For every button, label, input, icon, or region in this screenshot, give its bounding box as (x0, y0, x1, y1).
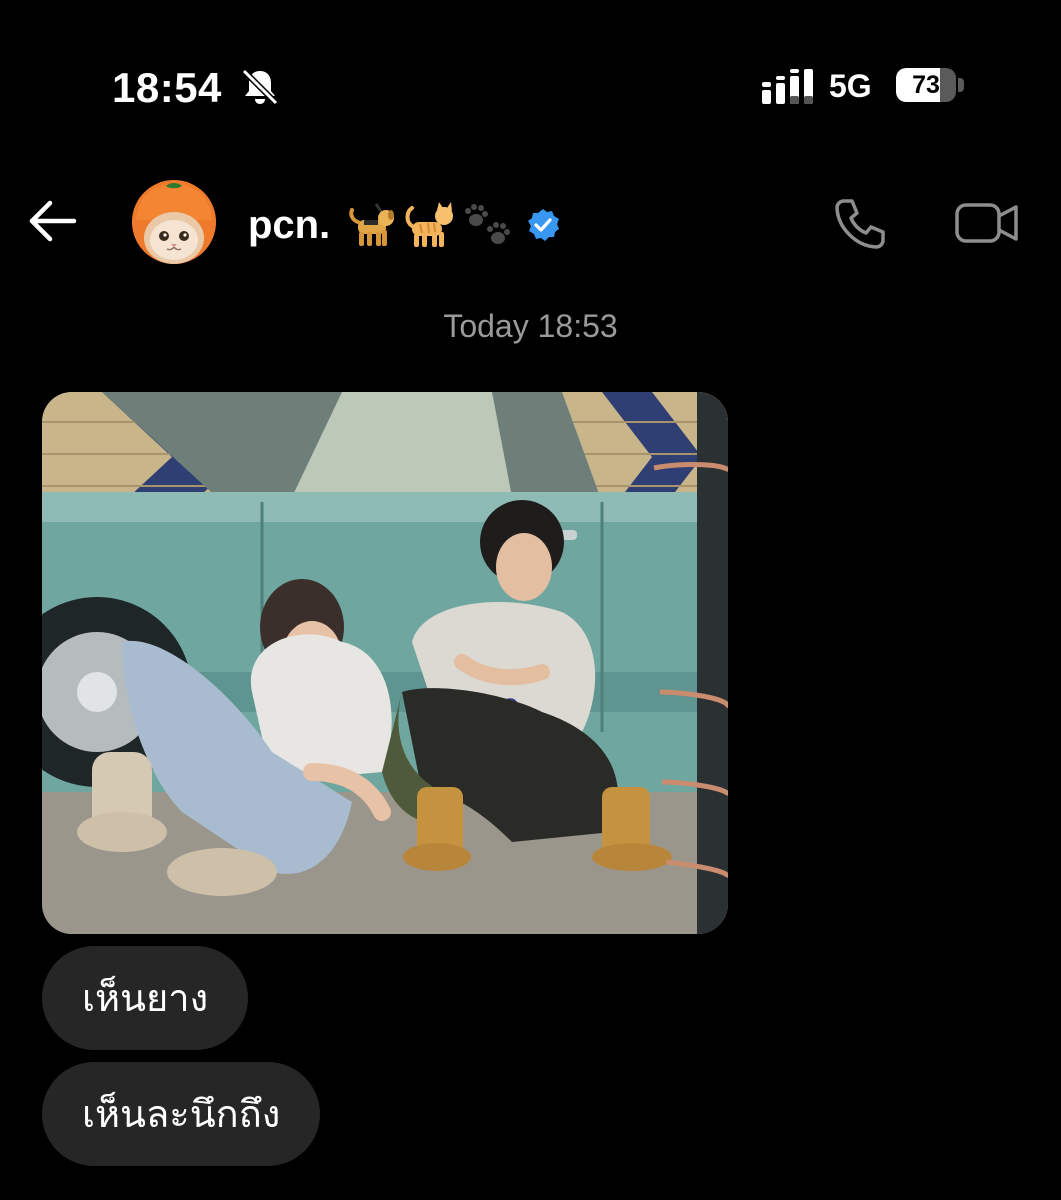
contact-name-row[interactable]: pcn. (248, 198, 560, 252)
avatar[interactable] (132, 180, 216, 264)
phone-icon[interactable] (832, 196, 888, 250)
bell-off-icon (241, 68, 279, 106)
battery-icon: 73 (896, 68, 956, 102)
battery-cap (958, 78, 964, 92)
signal-icon (762, 69, 813, 104)
cat-in-orange-hat-avatar (132, 180, 216, 264)
message-bubble[interactable]: เห็นละนึกถึง (42, 1062, 321, 1166)
back-arrow-icon[interactable] (22, 196, 82, 246)
paw-prints-emoji (465, 204, 511, 244)
cat-emoji (405, 202, 454, 247)
photo-message[interactable]: 79 (42, 392, 728, 934)
network-label: 5G (829, 68, 872, 104)
video-camera-icon[interactable] (954, 200, 1020, 246)
verified-badge-icon (528, 209, 560, 241)
message-bubble[interactable]: เห็นยาง (42, 946, 249, 1050)
battery-percent: 73 (912, 71, 940, 99)
message-timestamp: Today 18:53 (443, 308, 618, 344)
chat-header: pcn. (0, 170, 1061, 270)
status-time: 18:54 (112, 64, 222, 111)
status-bar: 18:54 5G 73 (0, 0, 1061, 150)
contact-name: pcn. (248, 202, 331, 247)
photo-card-image: 79 (42, 392, 728, 934)
guide-dog-emoji (349, 203, 395, 246)
